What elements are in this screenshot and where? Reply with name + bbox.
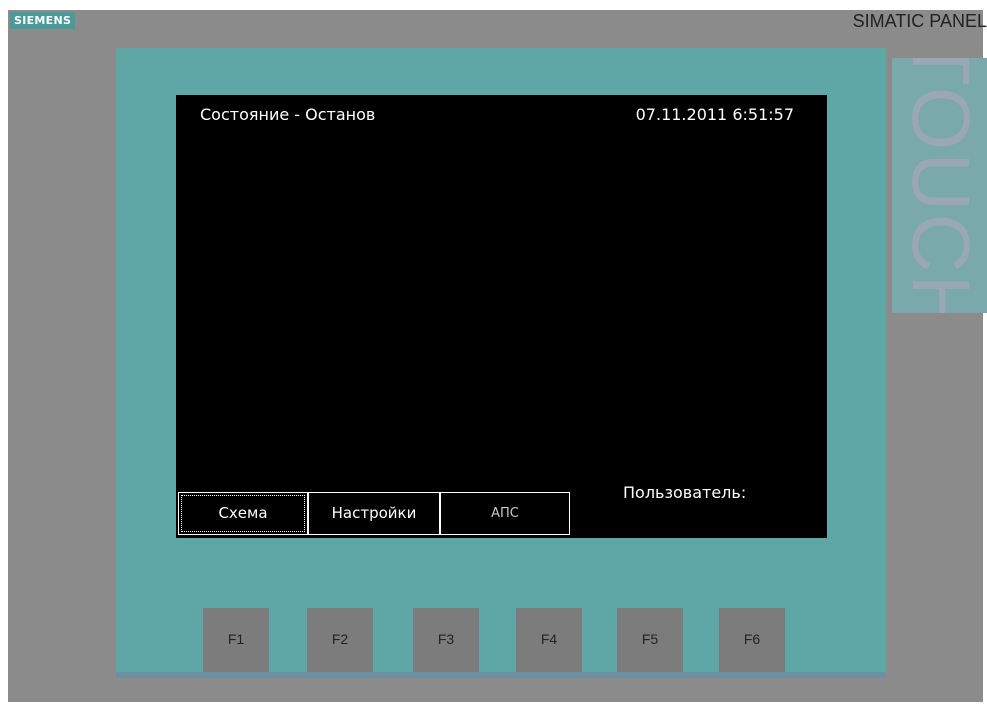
touch-logo-text: TOUCH bbox=[895, 58, 986, 313]
status-text: Состояние - Останов bbox=[200, 105, 376, 124]
tab-aps[interactable]: АПС bbox=[440, 492, 570, 535]
datetime-display: 07.11.2011 6:51:57 bbox=[635, 105, 794, 124]
hmi-screen: Состояние - Останов 07.11.2011 6:51:57 П… bbox=[176, 95, 827, 538]
f5-key[interactable]: F5 bbox=[617, 608, 683, 676]
tab-settings[interactable]: Настройки bbox=[308, 492, 440, 535]
f4-key[interactable]: F4 bbox=[516, 608, 582, 676]
f3-key[interactable]: F3 bbox=[413, 608, 479, 676]
tab-scheme[interactable]: Схема bbox=[178, 492, 308, 535]
bezel-bottom-strip bbox=[116, 672, 886, 678]
f2-key[interactable]: F2 bbox=[307, 608, 373, 676]
siemens-logo: SIEMENS bbox=[10, 12, 76, 29]
user-label: Пользователь: bbox=[623, 483, 747, 502]
f1-key[interactable]: F1 bbox=[203, 608, 269, 676]
f6-key[interactable]: F6 bbox=[719, 608, 785, 676]
touch-logo: TOUCH bbox=[892, 58, 987, 313]
model-label: SIMATIC PANEL bbox=[852, 11, 987, 31]
